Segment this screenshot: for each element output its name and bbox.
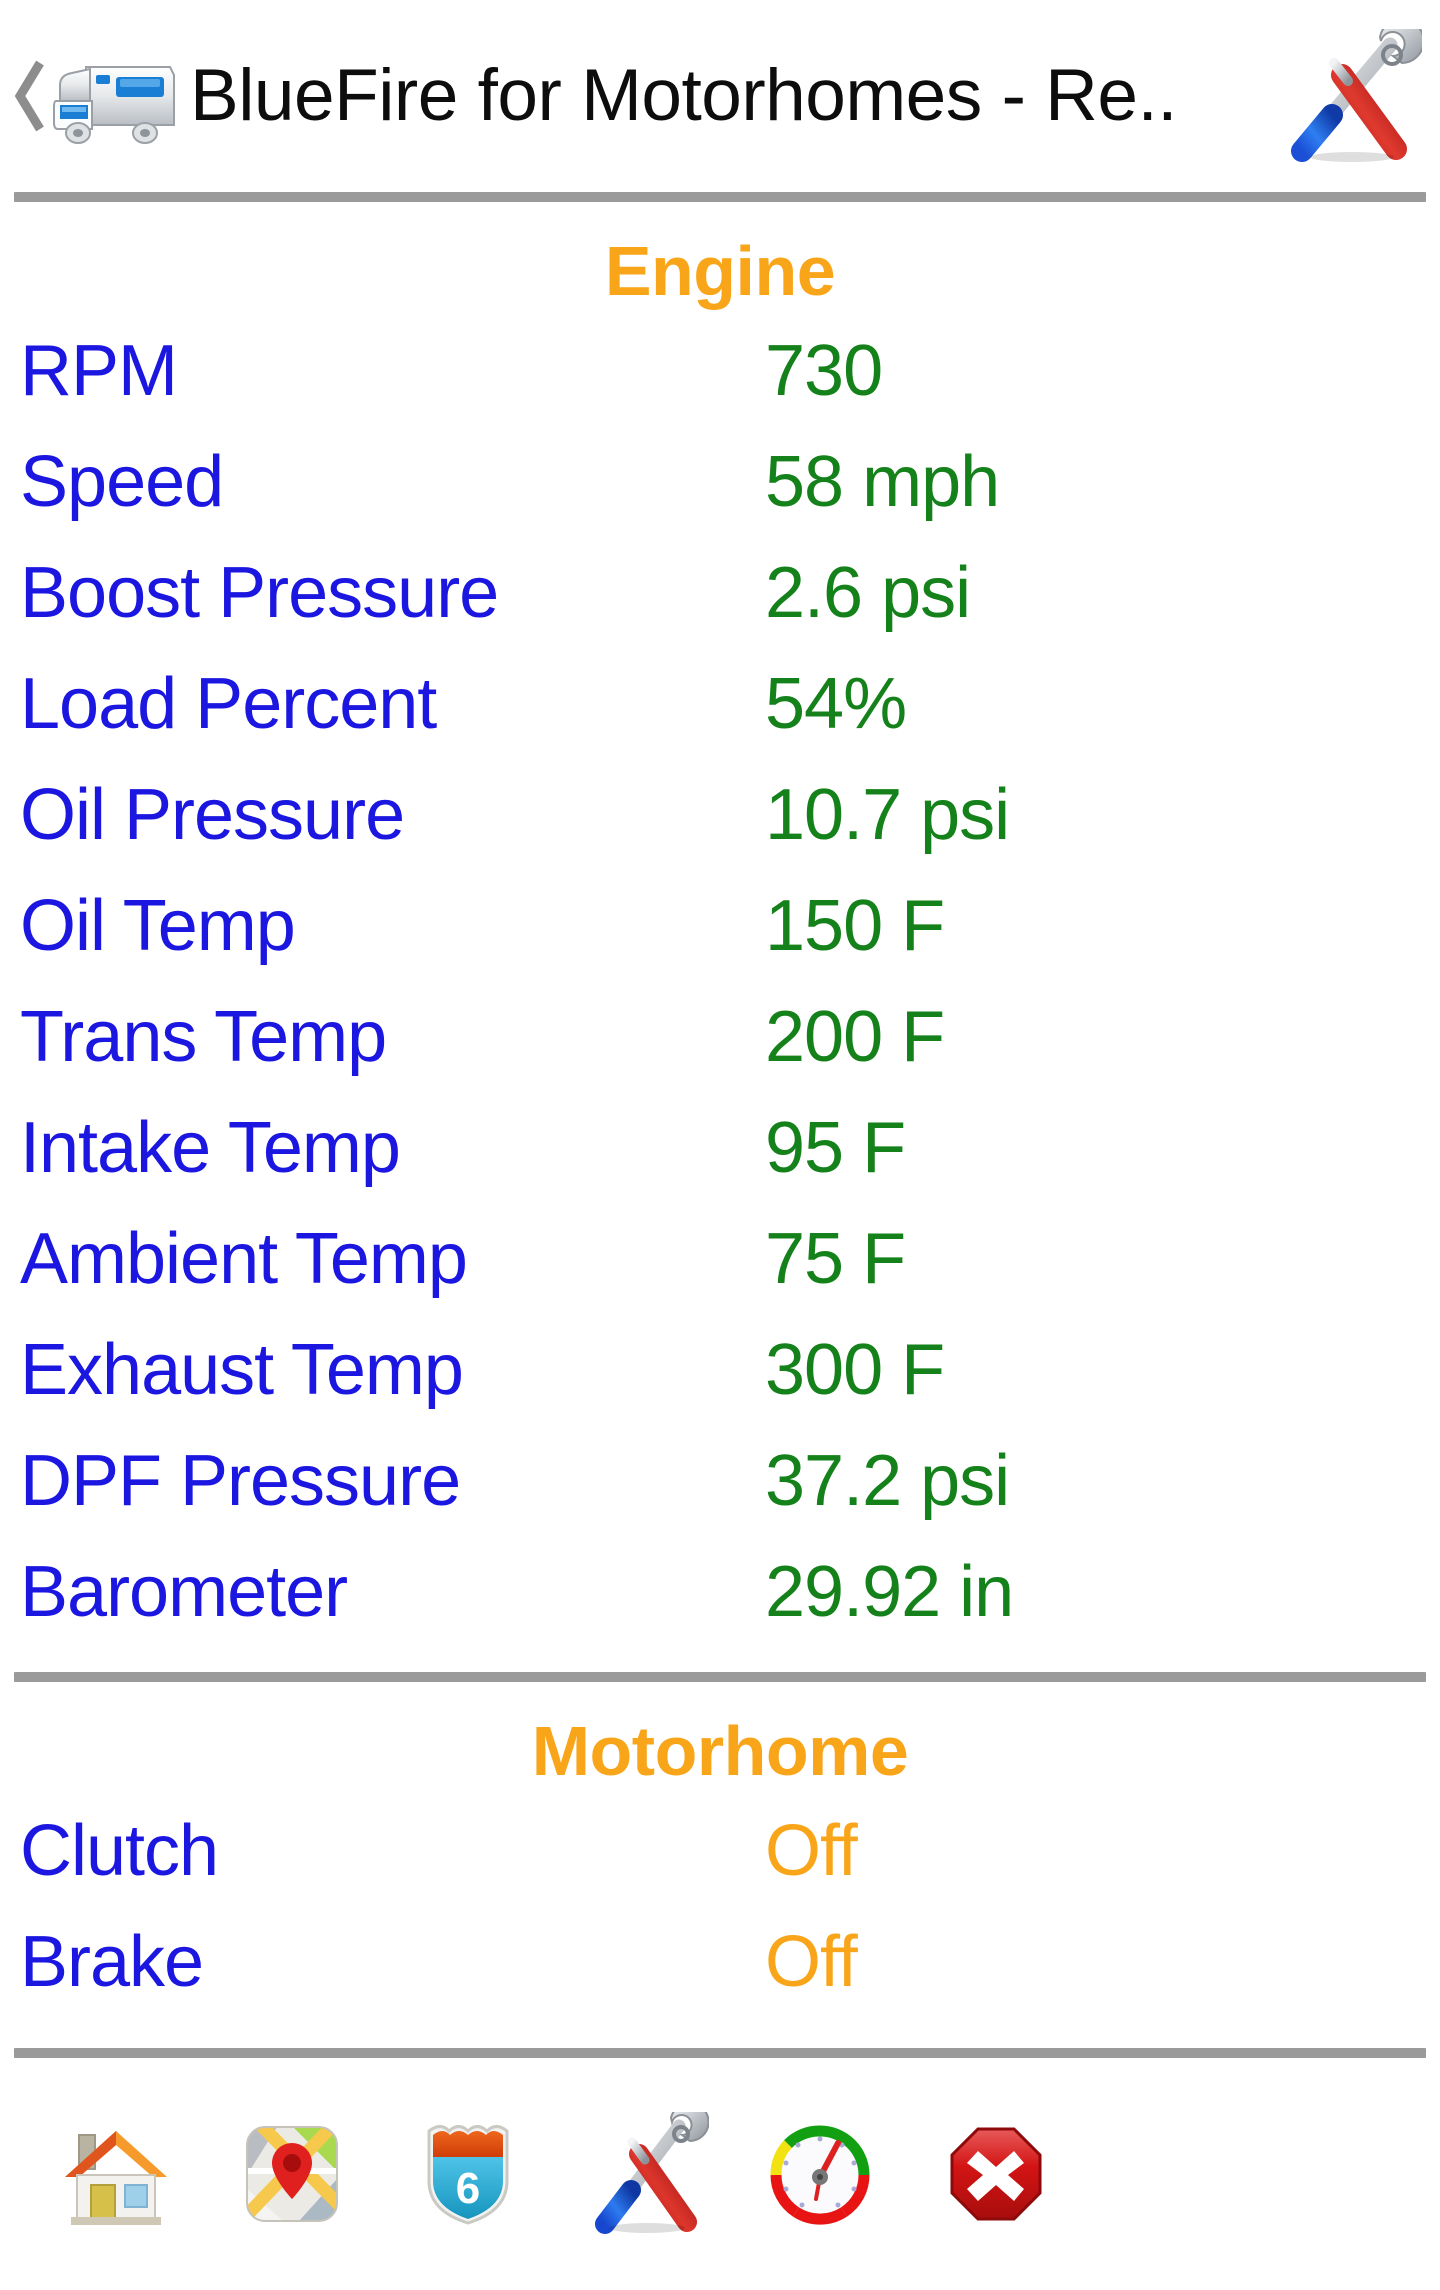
table-row[interactable]: Oil Temp 150 F (20, 871, 1440, 982)
tools-icon[interactable] (1272, 18, 1425, 163)
row-label: Exhaust Temp (20, 1330, 464, 1410)
row-label: Oil Temp (20, 886, 296, 966)
gauge-icon (758, 2115, 882, 2233)
row-value: 200 F (765, 997, 945, 1077)
row-label: DPF Pressure (20, 1441, 461, 1521)
row-value: 37.2 psi (765, 1441, 1010, 1521)
row-label: RPM (20, 331, 178, 411)
navbar-divider (14, 2048, 1426, 2058)
table-row[interactable]: Load Percent 54% (20, 649, 1440, 760)
tools-icon (579, 2112, 709, 2236)
row-label: Trans Temp (20, 997, 387, 1077)
header-divider (14, 192, 1426, 202)
table-row[interactable]: Trans Temp 200 F (20, 982, 1440, 1093)
nav-map-button[interactable] (204, 2094, 380, 2254)
row-value: 730 (765, 331, 883, 411)
back-chevron-icon[interactable] (14, 57, 44, 135)
bottom-navbar: 6 (0, 2058, 1440, 2290)
nav-home-button[interactable] (28, 2094, 204, 2254)
table-row[interactable]: Brake Off (20, 1907, 1440, 2018)
section-title-motorhome: Motorhome (531, 1712, 909, 1790)
nav-exit-button[interactable] (908, 2094, 1084, 2254)
row-label: Barometer (20, 1552, 348, 1632)
row-value: 300 F (765, 1330, 945, 1410)
row-value: 29.92 in (765, 1552, 1014, 1632)
app-header: BlueFire for Motorhomes - Re.. (0, 0, 1440, 192)
row-label: Speed (20, 442, 224, 522)
engine-rows: RPM 730 Speed 58 mph Boost Pressure 2.6 … (0, 316, 1440, 1648)
table-row[interactable]: Speed 58 mph (20, 427, 1440, 538)
nav-tools-button[interactable] (556, 2094, 732, 2254)
row-label: Clutch (20, 1811, 219, 1891)
table-row[interactable]: Oil Pressure 10.7 psi (20, 760, 1440, 871)
motorhome-rv-icon (46, 41, 178, 151)
row-value: 75 F (765, 1219, 906, 1299)
section-title-engine: Engine (604, 232, 836, 310)
page-title: BlueFire for Motorhomes - Re.. (190, 55, 1178, 136)
table-row[interactable]: Clutch Off (20, 1796, 1440, 1907)
section-engine: Engine RPM 730 Speed 58 mph Boost Pressu… (0, 202, 1440, 1682)
row-label: Load Percent (20, 664, 437, 744)
svg-text:6: 6 (456, 2164, 480, 2213)
table-row[interactable]: DPF Pressure 37.2 psi (20, 1426, 1440, 1537)
table-row[interactable]: Ambient Temp 75 F (20, 1204, 1440, 1315)
row-value: 58 mph (765, 442, 1000, 522)
nav-highway-button[interactable]: 6 (380, 2094, 556, 2254)
home-icon (57, 2115, 175, 2233)
nav-gauges-button[interactable] (732, 2094, 908, 2254)
table-row[interactable]: Boost Pressure 2.6 psi (20, 538, 1440, 649)
motorhome-rows: Clutch Off Brake Off (0, 1796, 1440, 2018)
map-icon (233, 2115, 351, 2233)
row-value: Off (765, 1922, 858, 2002)
row-value: 54% (765, 664, 907, 744)
stop-icon (934, 2115, 1058, 2233)
table-row[interactable]: Barometer 29.92 in (20, 1537, 1440, 1648)
section-motorhome: Motorhome Clutch Off Brake Off (0, 1682, 1440, 2018)
table-row[interactable]: Exhaust Temp 300 F (20, 1315, 1440, 1426)
row-label: Boost Pressure (20, 553, 499, 633)
app-root: BlueFire for Motorhomes - Re.. Engine RP… (0, 0, 1440, 2290)
row-value: 150 F (765, 886, 945, 966)
row-value: 10.7 psi (765, 775, 1010, 855)
row-label: Brake (20, 1922, 204, 2002)
table-row[interactable]: RPM 730 (20, 316, 1440, 427)
row-label: Oil Pressure (20, 775, 405, 855)
section-divider (14, 1672, 1426, 1682)
row-label: Intake Temp (20, 1108, 401, 1188)
row-label: Ambient Temp (20, 1219, 468, 1299)
highway-shield-icon: 6 (409, 2115, 527, 2233)
table-row[interactable]: Intake Temp 95 F (20, 1093, 1440, 1204)
gauge-list[interactable]: Engine RPM 730 Speed 58 mph Boost Pressu… (0, 202, 1440, 2048)
row-value: 95 F (765, 1108, 906, 1188)
row-value: Off (765, 1811, 858, 1891)
row-value: 2.6 psi (765, 553, 971, 633)
